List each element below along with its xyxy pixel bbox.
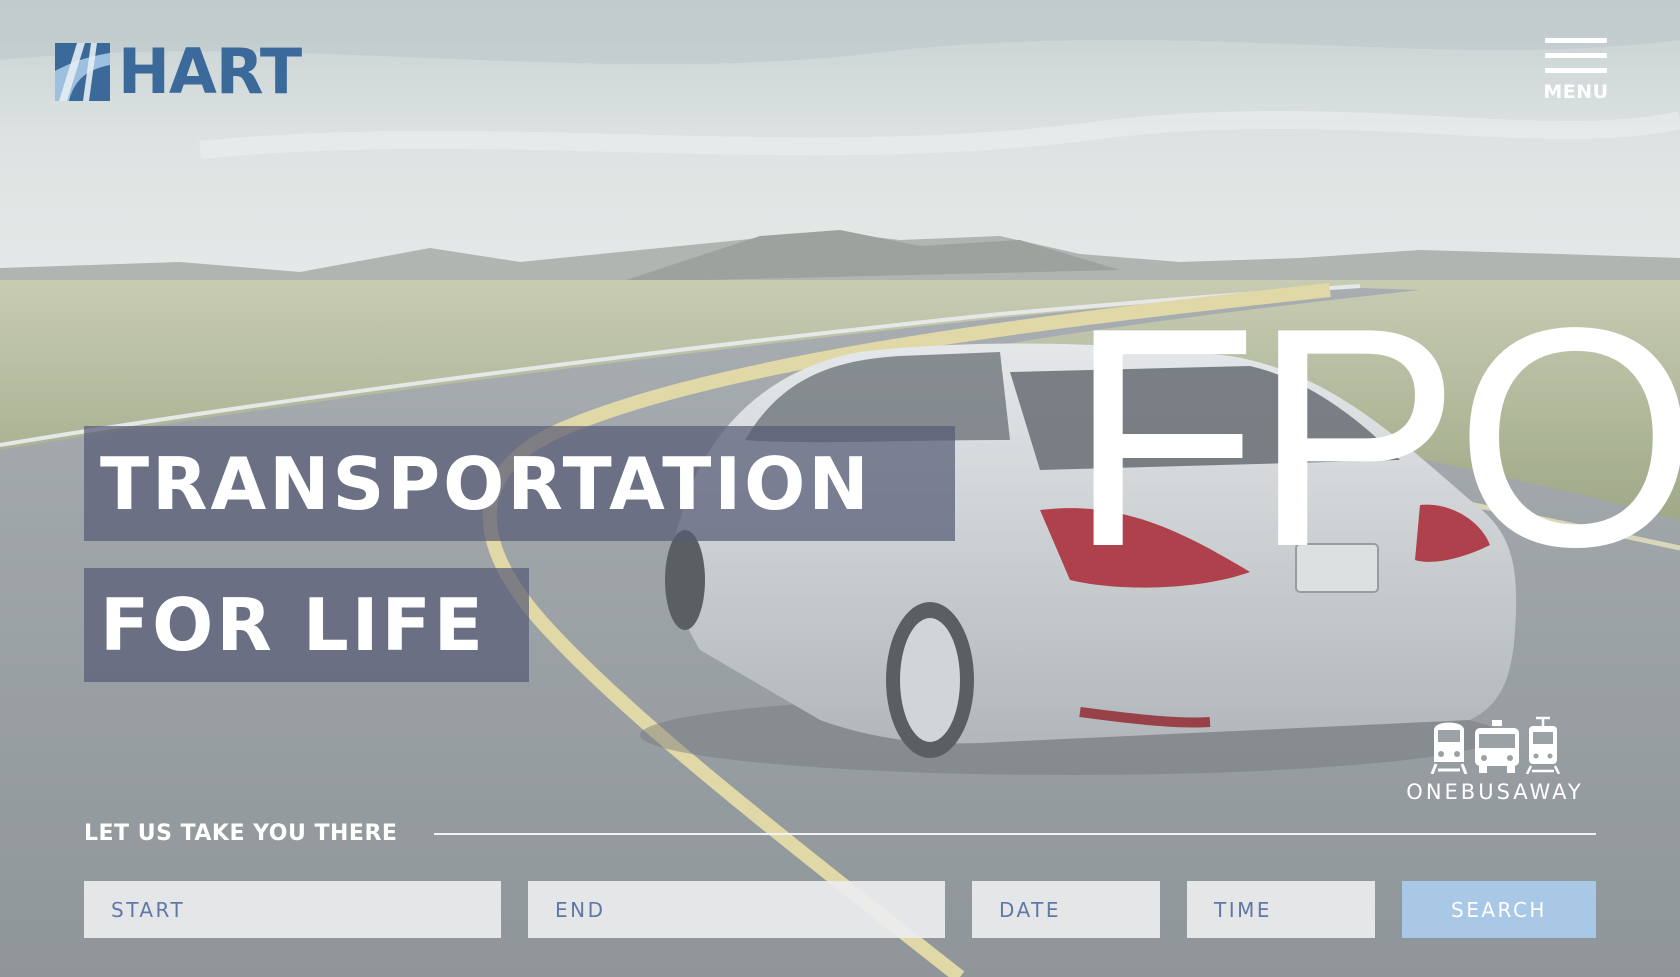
- menu-label: MENU: [1543, 81, 1609, 103]
- bus-icon: [1475, 720, 1519, 773]
- hero-headline-text-2: FOR LIFE: [100, 583, 486, 667]
- time-input[interactable]: TIME: [1187, 881, 1375, 938]
- hart-logo-mark-icon: [55, 43, 110, 101]
- trip-planner-tagline: LET US TAKE YOU THERE: [84, 821, 398, 846]
- hero-headline-line-1: TRANSPORTATION: [84, 426, 955, 541]
- search-button[interactable]: SEARCH: [1402, 881, 1596, 938]
- date-input[interactable]: DATE: [972, 881, 1160, 938]
- date-placeholder: DATE: [999, 897, 1062, 922]
- hamburger-icon: [1545, 38, 1607, 43]
- hero-headline-text-1: TRANSPORTATION: [100, 441, 872, 526]
- menu-button[interactable]: MENU: [1540, 36, 1612, 108]
- fpo-placeholder-mark: FPO: [1068, 264, 1680, 612]
- time-placeholder: TIME: [1214, 897, 1273, 922]
- hamburger-icon-bar: [1545, 53, 1607, 58]
- hero-headline-line-2: FOR LIFE: [84, 568, 529, 682]
- onebusaway-icons: [1402, 716, 1588, 774]
- tagline-divider: [434, 833, 1596, 835]
- start-placeholder: START: [111, 897, 186, 922]
- hart-logo[interactable]: HART: [55, 35, 302, 108]
- train-icon: [1430, 722, 1468, 774]
- end-placeholder: END: [555, 897, 606, 922]
- onebusaway-label: ONEBUSAWAY: [1406, 780, 1584, 804]
- onebusaway-link[interactable]: ONEBUSAWAY: [1402, 716, 1588, 804]
- end-location-input[interactable]: END: [528, 881, 945, 938]
- search-button-label: SEARCH: [1451, 897, 1547, 922]
- start-location-input[interactable]: START: [84, 881, 501, 938]
- hamburger-icon-bar: [1545, 68, 1607, 73]
- streetcar-icon: [1526, 716, 1560, 774]
- logo-wordmark: HART: [118, 35, 302, 108]
